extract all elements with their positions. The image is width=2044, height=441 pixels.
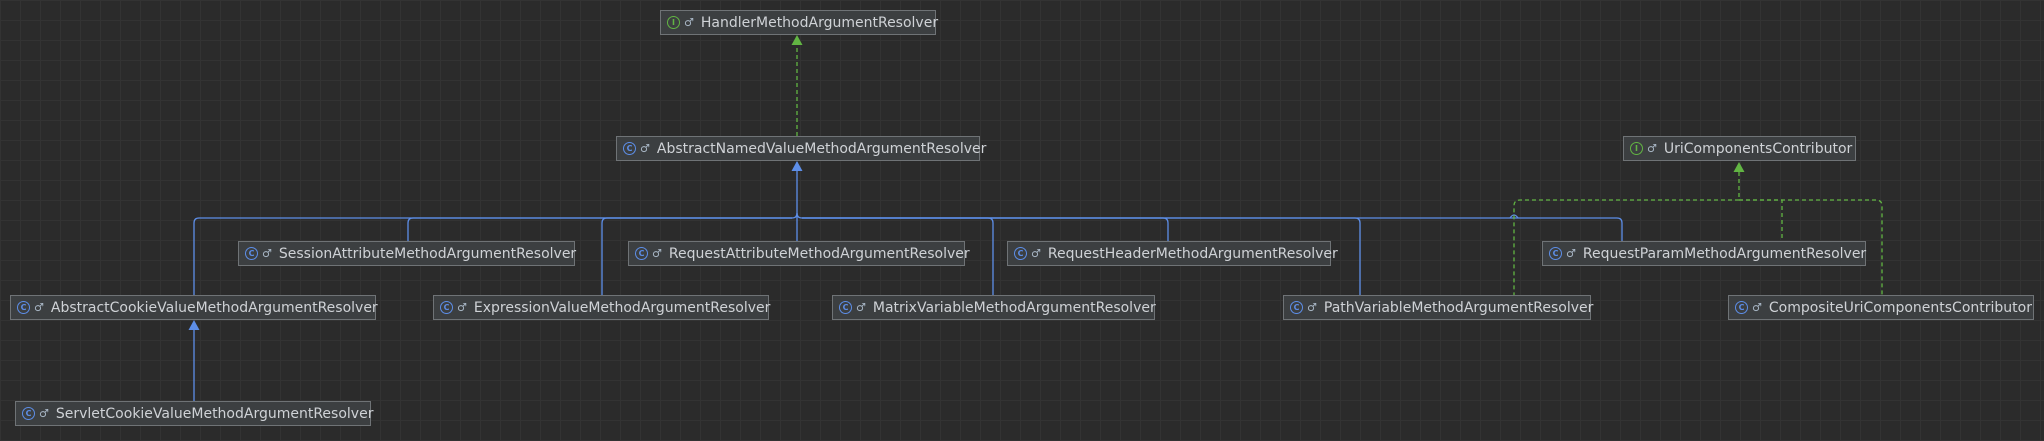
visibility-icon: ♂: [1752, 301, 1762, 314]
visibility-icon: ♂: [457, 301, 467, 314]
node-uri-components-contributor[interactable]: I ♂ UriComponentsContributor: [1623, 136, 1856, 161]
class-icon: C: [22, 407, 35, 420]
visibility-icon: ♂: [1647, 142, 1657, 155]
arrowhead-extends-abstract-named: [791, 161, 803, 171]
node-abstract-cookie-value-method-argument-resolver[interactable]: C ♂ AbstractCookieValueMethodArgumentRes…: [10, 295, 378, 320]
visibility-icon: ♂: [34, 301, 44, 314]
node-label: MatrixVariableMethodArgumentResolver: [872, 299, 1156, 316]
class-icon: C: [1014, 247, 1027, 260]
node-session-attribute-method-argument-resolver[interactable]: C ♂ SessionAttributeMethodArgumentResolv…: [238, 241, 577, 266]
node-label: PathVariableMethodArgumentResolver: [1323, 299, 1594, 316]
diagram-edges: [188, 35, 1883, 401]
edge-request-param-extends: [802, 217, 1623, 241]
visibility-icon: ♂: [684, 16, 694, 29]
node-label: UriComponentsContributor: [1663, 140, 1853, 157]
class-icon: C: [635, 247, 648, 260]
node-label: SessionAttributeMethodArgumentResolver: [278, 245, 577, 262]
arrowhead-extends-abstract-cookie: [188, 320, 200, 330]
class-icon: C: [245, 247, 258, 260]
node-composite-uri-components-contributor[interactable]: C ♂ CompositeUriComponentsContributor: [1728, 295, 2034, 320]
node-label: AbstractCookieValueMethodArgumentResolve…: [50, 299, 378, 316]
node-label: RequestParamMethodArgumentResolver: [1582, 245, 1867, 262]
class-icon: C: [839, 301, 852, 314]
uml-class-diagram: I ♂ HandlerMethodArgumentResolver C ♂ Ab…: [0, 0, 2044, 441]
visibility-icon: ♂: [652, 247, 662, 260]
class-icon: C: [1735, 301, 1748, 314]
visibility-icon: ♂: [640, 142, 650, 155]
arrowhead-implements-uri-contributor: [1733, 162, 1745, 172]
visibility-icon: ♂: [1307, 301, 1317, 314]
node-matrix-variable-method-argument-resolver[interactable]: C ♂ MatrixVariableMethodArgumentResolver: [832, 295, 1156, 320]
node-handler-method-argument-resolver[interactable]: I ♂ HandlerMethodArgumentResolver: [660, 10, 939, 35]
class-icon: C: [440, 301, 453, 314]
visibility-icon: ♂: [39, 407, 49, 420]
edge-request-param-implements-uri: [1739, 199, 1783, 241]
node-label: AbstractNamedValueMethodArgumentResolver: [656, 140, 987, 157]
arrowhead-implements-handler: [791, 35, 803, 45]
node-label: CompositeUriComponentsContributor: [1768, 299, 2032, 316]
edge-request-header-extends: [802, 217, 1169, 241]
class-icon: C: [623, 142, 636, 155]
node-request-attribute-method-argument-resolver[interactable]: C ♂ RequestAttributeMethodArgumentResolv…: [628, 241, 970, 266]
node-servlet-cookie-value-method-argument-resolver[interactable]: C ♂ ServletCookieValueMethodArgumentReso…: [15, 401, 374, 426]
node-expression-value-method-argument-resolver[interactable]: C ♂ ExpressionValueMethodArgumentResolve…: [433, 295, 771, 320]
node-label: RequestAttributeMethodArgumentResolver: [668, 245, 970, 262]
node-label: ServletCookieValueMethodArgumentResolver: [55, 405, 374, 422]
node-path-variable-method-argument-resolver[interactable]: C ♂ PathVariableMethodArgumentResolver: [1283, 295, 1594, 320]
node-label: RequestHeaderMethodArgumentResolver: [1047, 245, 1338, 262]
node-request-param-method-argument-resolver[interactable]: C ♂ RequestParamMethodArgumentResolver: [1542, 241, 1866, 266]
visibility-icon: ♂: [856, 301, 866, 314]
node-label: HandlerMethodArgumentResolver: [700, 14, 939, 31]
visibility-icon: ♂: [1566, 247, 1576, 260]
node-label: ExpressionValueMethodArgumentResolver: [473, 299, 771, 316]
interface-icon: I: [667, 16, 680, 29]
visibility-icon: ♂: [1031, 247, 1041, 260]
node-request-header-method-argument-resolver[interactable]: C ♂ RequestHeaderMethodArgumentResolver: [1007, 241, 1338, 266]
interface-icon: I: [1630, 142, 1643, 155]
class-icon: C: [1290, 301, 1303, 314]
edge-session-attr-extends: [407, 217, 792, 241]
visibility-icon: ♂: [262, 247, 272, 260]
class-icon: C: [17, 301, 30, 314]
class-icon: C: [1549, 247, 1562, 260]
node-abstract-named-value-method-argument-resolver[interactable]: C ♂ AbstractNamedValueMethodArgumentReso…: [616, 136, 986, 161]
